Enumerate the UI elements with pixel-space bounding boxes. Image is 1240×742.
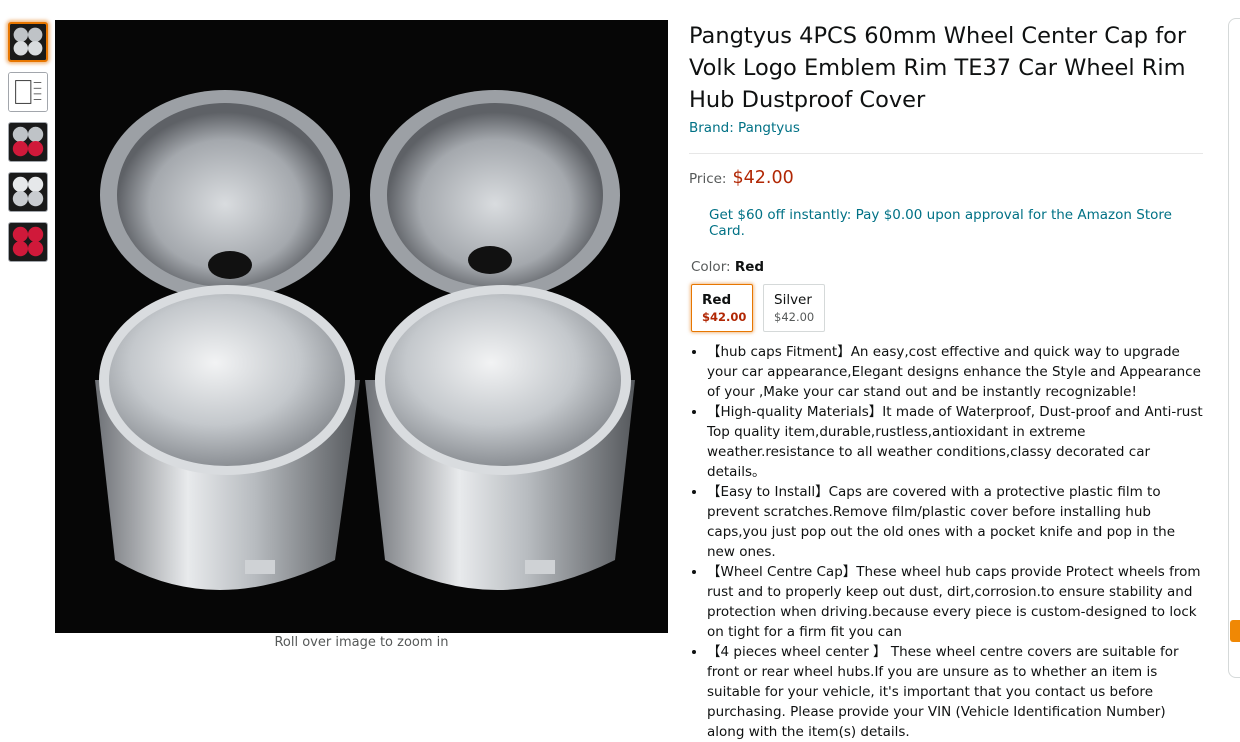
color-selection: Color: Red Red $42.00 Silver $42.00 bbox=[691, 259, 1203, 332]
thumb-red-caps[interactable] bbox=[8, 122, 48, 162]
product-info: Pangtyus 4PCS 60mm Wheel Center Cap for … bbox=[689, 20, 1203, 742]
price-value: $42.00 bbox=[732, 168, 794, 188]
feature-bullet: 【High-quality Materials】It made of Water… bbox=[707, 402, 1203, 482]
thumb-dimension-diagram-image bbox=[9, 73, 47, 111]
thumb-silver-caps-2-image bbox=[9, 173, 47, 211]
feature-bullet: 【Easy to Install】Caps are covered with a… bbox=[707, 482, 1203, 562]
swatch-red[interactable]: Red $42.00 bbox=[691, 284, 753, 332]
brand-link[interactable]: Brand: Pangtyus bbox=[689, 120, 1203, 136]
thumb-red-caps-2[interactable] bbox=[8, 222, 48, 262]
divider bbox=[689, 153, 1203, 154]
feature-bullet: 【hub caps Fitment】An easy,cost effective… bbox=[707, 342, 1203, 402]
zoom-hint: Roll over image to zoom in bbox=[274, 635, 449, 650]
color-label: Color: bbox=[691, 259, 731, 275]
swatch-name: Silver bbox=[774, 292, 812, 308]
wheel-caps-photo bbox=[55, 20, 668, 633]
thumb-red-caps-2-image bbox=[9, 223, 47, 261]
price-row: Price: $42.00 bbox=[689, 168, 1203, 188]
store-card-promo-link[interactable]: Get $60 off instantly: Pay $0.00 upon ap… bbox=[709, 207, 1203, 239]
swatch-price: $42.00 bbox=[774, 310, 815, 324]
feature-bullets: 【hub caps Fitment】An easy,cost effective… bbox=[689, 342, 1203, 742]
buy-box-edge bbox=[1228, 18, 1240, 678]
product-title: Pangtyus 4PCS 60mm Wheel Center Cap for … bbox=[689, 23, 1187, 113]
color-swatches: Red $42.00 Silver $42.00 bbox=[691, 284, 1203, 332]
swatch-price: $42.00 bbox=[702, 310, 747, 324]
feedback-tab[interactable] bbox=[1230, 620, 1240, 642]
feature-bullet: 【4 pieces wheel center 】 These wheel cen… bbox=[707, 642, 1203, 742]
feature-bullet: 【Wheel Centre Cap】These wheel hub caps p… bbox=[707, 562, 1203, 642]
thumb-red-caps-image bbox=[9, 123, 47, 161]
swatch-silver[interactable]: Silver $42.00 bbox=[763, 284, 825, 332]
price-label: Price: bbox=[689, 171, 727, 187]
thumb-silver-caps[interactable] bbox=[8, 22, 48, 62]
thumb-silver-caps-2[interactable] bbox=[8, 172, 48, 212]
main-product-image[interactable] bbox=[55, 20, 668, 633]
swatch-name: Red bbox=[702, 292, 732, 308]
thumb-dimension-diagram[interactable] bbox=[8, 72, 48, 112]
thumb-silver-caps-image bbox=[10, 24, 46, 60]
thumbnail-strip bbox=[8, 22, 52, 272]
color-value: Red bbox=[734, 259, 765, 275]
